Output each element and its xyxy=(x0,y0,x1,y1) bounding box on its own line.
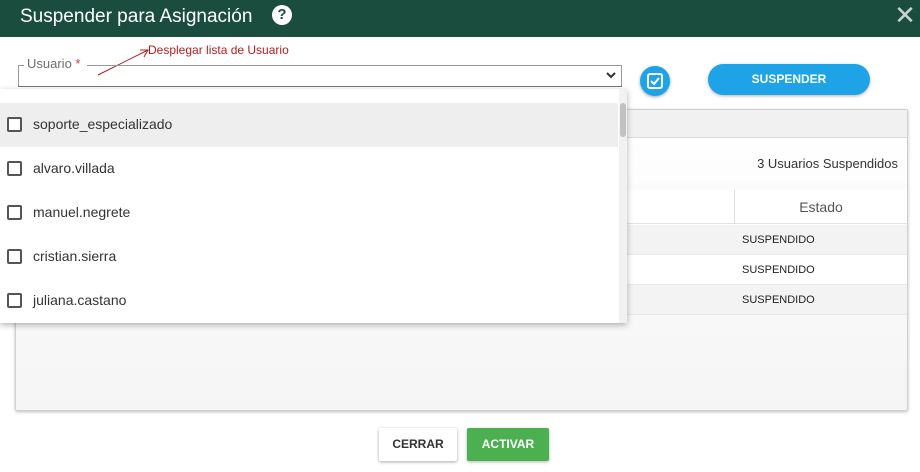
dropdown-option[interactable]: manuel.negrete xyxy=(0,191,618,235)
option-checkbox[interactable] xyxy=(7,161,22,176)
help-circle-icon[interactable]: ? xyxy=(272,5,292,25)
status-cell: SUSPENDIDO xyxy=(742,294,815,306)
option-checkbox[interactable] xyxy=(7,205,22,220)
suspended-count: 3 Usuarios Suspendidos xyxy=(757,156,898,171)
dropdown-scrollbar[interactable] xyxy=(619,89,627,323)
option-label: manuel.negrete xyxy=(33,204,131,220)
field-outline xyxy=(621,65,622,87)
suspend-dialog: Suspender para Asignación ? ✕ Desplegar … xyxy=(0,0,920,472)
field-outline xyxy=(87,65,622,66)
user-dropdown-list: soporte_especializado alvaro.villada man… xyxy=(0,89,627,323)
close-icon[interactable]: ✕ xyxy=(894,2,916,28)
dialog-header: Suspender para Asignación ? ✕ xyxy=(0,0,920,37)
option-label: alvaro.villada xyxy=(33,160,115,176)
column-header-estado[interactable]: Estado xyxy=(734,190,907,224)
user-field-label-text: Usuario xyxy=(27,56,72,71)
activate-button[interactable]: ACTIVAR xyxy=(467,428,549,461)
checkbox-checked-icon xyxy=(650,77,660,86)
close-button[interactable]: CERRAR xyxy=(379,428,457,461)
status-cell: SUSPENDIDO xyxy=(742,234,815,246)
annotation-note: Desplegar lista de Usuario xyxy=(148,43,289,57)
scrollbar-thumb[interactable] xyxy=(620,103,626,137)
dialog-title: Suspender para Asignación xyxy=(20,6,253,27)
field-outline xyxy=(18,86,622,87)
option-label: cristian.sierra xyxy=(33,248,117,264)
suspend-button[interactable]: SUSPENDER xyxy=(708,64,870,95)
select-all-checkbox-button[interactable] xyxy=(640,66,670,96)
required-mark: * xyxy=(75,56,81,71)
dropdown-option[interactable]: soporte_especializado xyxy=(0,103,618,147)
option-checkbox[interactable] xyxy=(7,117,22,132)
dropdown-option[interactable]: juliana.castano xyxy=(0,279,618,323)
dropdown-option[interactable]: cristian.sierra xyxy=(0,235,618,279)
user-field-label: Usuario * xyxy=(26,56,82,71)
chevron-down-icon[interactable] xyxy=(604,68,618,82)
field-outline xyxy=(18,65,19,87)
dropdown-option[interactable]: alvaro.villada xyxy=(0,147,618,191)
user-select-field[interactable]: Usuario * xyxy=(12,56,624,88)
status-cell: SUSPENDIDO xyxy=(742,264,815,276)
option-label: soporte_especializado xyxy=(33,116,173,132)
option-label: juliana.castano xyxy=(33,292,127,308)
option-checkbox[interactable] xyxy=(7,249,22,264)
option-checkbox[interactable] xyxy=(7,293,22,308)
